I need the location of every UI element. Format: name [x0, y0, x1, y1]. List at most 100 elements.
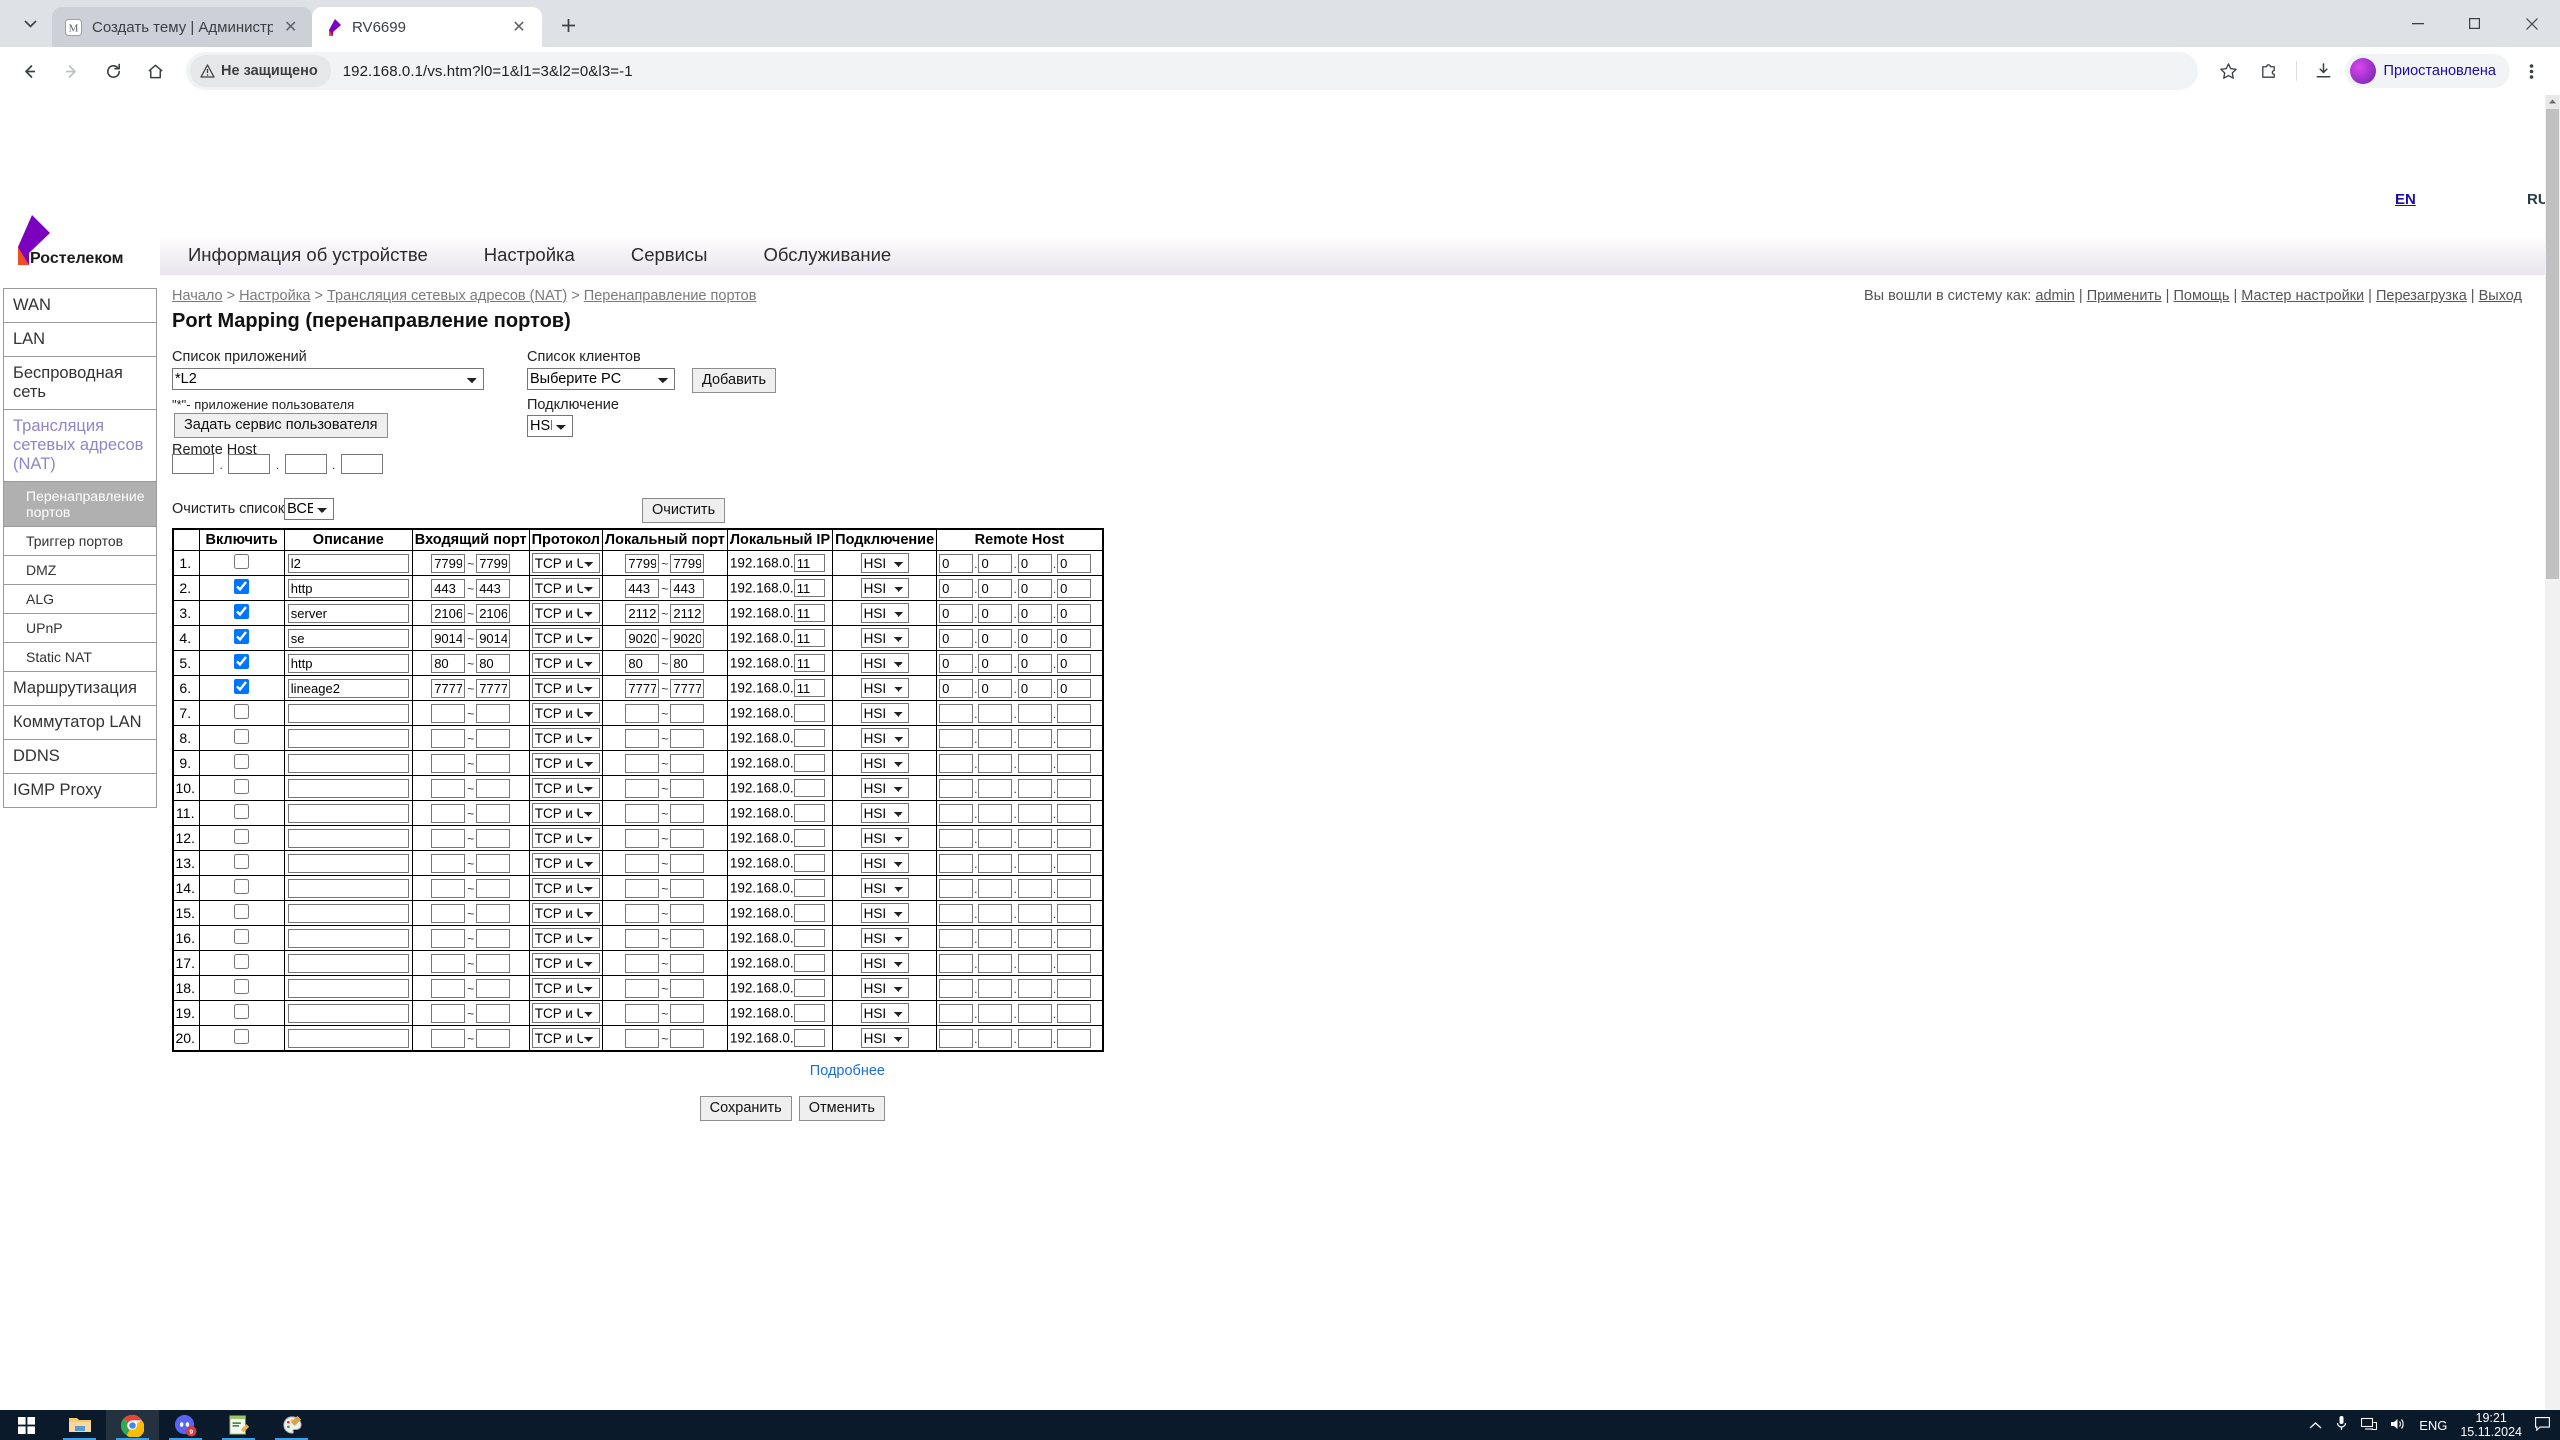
- remote-host-octet-4-input[interactable]: [1057, 978, 1092, 998]
- protocol-select[interactable]: TCP и UDP: [531, 553, 600, 573]
- local-ip-octet-input[interactable]: [793, 629, 825, 647]
- enable-checkbox[interactable]: [234, 829, 250, 844]
- protocol-select[interactable]: TCP и UDP: [531, 628, 600, 648]
- remote-host-octet-3-input[interactable]: [1017, 553, 1052, 573]
- connection-select[interactable]: HSI: [860, 828, 909, 848]
- incoming-port-to-input[interactable]: [476, 978, 511, 998]
- nav-item-device-info[interactable]: Информация об устройстве: [160, 244, 456, 266]
- reboot-link[interactable]: Перезагрузка: [2376, 288, 2467, 304]
- incoming-port-to-input[interactable]: [476, 628, 511, 648]
- incoming-port-from-input[interactable]: [431, 603, 466, 623]
- remote-host-octet-2-input[interactable]: [978, 728, 1013, 748]
- incoming-port-from-input[interactable]: [431, 828, 466, 848]
- incoming-port-from-input[interactable]: [431, 778, 466, 798]
- local-ip-octet-input[interactable]: [793, 679, 825, 697]
- enable-checkbox[interactable]: [234, 879, 250, 894]
- incoming-port-to-input[interactable]: [476, 803, 511, 823]
- enable-checkbox[interactable]: [234, 729, 250, 744]
- remote-host-octet-3-input[interactable]: [1017, 853, 1052, 873]
- incoming-port-from-input[interactable]: [431, 728, 466, 748]
- incoming-port-from-input[interactable]: [431, 878, 466, 898]
- protocol-select[interactable]: TCP и UDP: [531, 578, 600, 598]
- protocol-select[interactable]: TCP и UDP: [531, 928, 600, 948]
- protocol-select[interactable]: TCP и UDP: [531, 753, 600, 773]
- local-port-to-input[interactable]: [670, 828, 705, 848]
- connection-select[interactable]: HSI: [527, 415, 573, 437]
- local-ip-octet-input[interactable]: [793, 604, 825, 622]
- enable-checkbox[interactable]: [234, 854, 250, 869]
- remote-host-octet-4-input[interactable]: [1057, 953, 1092, 973]
- remote-host-octet-3-input[interactable]: [1017, 628, 1052, 648]
- local-port-to-input[interactable]: [670, 1028, 705, 1048]
- tab-search-icon[interactable]: [8, 4, 52, 44]
- enable-checkbox[interactable]: [234, 954, 250, 969]
- nav-item-maintenance[interactable]: Обслуживание: [735, 244, 919, 266]
- local-ip-octet-input[interactable]: [793, 979, 825, 997]
- connection-select[interactable]: HSI: [860, 653, 909, 673]
- remote-host-octet-1-input[interactable]: [939, 678, 974, 698]
- local-ip-octet-input[interactable]: [793, 829, 825, 847]
- browser-tab-1[interactable]: M Создать тему | Администратор ✕: [52, 7, 312, 47]
- protocol-select[interactable]: TCP и UDP: [531, 1003, 600, 1023]
- connection-select[interactable]: HSI: [860, 953, 909, 973]
- apply-link[interactable]: Применить: [2087, 288, 2162, 304]
- home-icon[interactable]: [136, 52, 174, 90]
- local-ip-octet-input[interactable]: [793, 879, 825, 897]
- description-input[interactable]: [287, 603, 409, 623]
- file-explorer-icon[interactable]: [53, 1410, 106, 1440]
- page-scrollbar[interactable]: [2545, 95, 2560, 1410]
- connection-select[interactable]: HSI: [860, 628, 909, 648]
- enable-checkbox[interactable]: [234, 929, 250, 944]
- incoming-port-to-input[interactable]: [476, 703, 511, 723]
- connection-select[interactable]: HSI: [860, 853, 909, 873]
- enable-checkbox[interactable]: [234, 1029, 250, 1044]
- local-ip-octet-input[interactable]: [793, 929, 825, 947]
- remote-host-octet-4-input[interactable]: [1057, 653, 1092, 673]
- address-bar[interactable]: Не защищено 192.168.0.1/vs.htm?l0=1&l1=3…: [186, 52, 2198, 90]
- remote-host-octet-3-input[interactable]: [1017, 828, 1052, 848]
- remote-host-octet-2-input[interactable]: [978, 553, 1013, 573]
- remote-host-octet-2-input[interactable]: [978, 878, 1013, 898]
- remote-host-octet-2-input[interactable]: [978, 578, 1013, 598]
- enable-checkbox[interactable]: [234, 679, 250, 694]
- connection-select[interactable]: HSI: [860, 928, 909, 948]
- connection-select[interactable]: HSI: [860, 553, 909, 573]
- description-input[interactable]: [287, 728, 409, 748]
- local-port-to-input[interactable]: [670, 1003, 705, 1023]
- forward-icon[interactable]: [52, 52, 90, 90]
- clock[interactable]: 19:21 15.11.2024: [2460, 1411, 2522, 1440]
- remote-host-octet-2-input[interactable]: [978, 778, 1013, 798]
- back-icon[interactable]: [10, 52, 48, 90]
- remote-host-octet-1-input[interactable]: [939, 1003, 974, 1023]
- minimize-button[interactable]: [2389, 0, 2446, 47]
- local-port-from-input[interactable]: [625, 678, 660, 698]
- help-link[interactable]: Помощь: [2173, 288, 2229, 304]
- local-ip-octet-input[interactable]: [793, 754, 825, 772]
- remote-host-octet-2-input[interactable]: [978, 1028, 1013, 1048]
- enable-checkbox[interactable]: [234, 579, 250, 594]
- local-ip-octet-input[interactable]: [793, 779, 825, 797]
- enable-checkbox[interactable]: [234, 654, 250, 669]
- remote-host-octet-1-input[interactable]: [939, 828, 974, 848]
- remote-host-octet-4-input[interactable]: [1057, 753, 1092, 773]
- remote-host-octet-2-input[interactable]: [978, 628, 1013, 648]
- remote-host-octet-4-input[interactable]: [1057, 928, 1092, 948]
- protocol-select[interactable]: TCP и UDP: [531, 1028, 600, 1048]
- protocol-select[interactable]: TCP и UDP: [531, 878, 600, 898]
- local-port-from-input[interactable]: [625, 878, 660, 898]
- sidebar-item-port-mapping[interactable]: Перенаправление портов: [3, 480, 157, 527]
- setup-wizard-link[interactable]: Мастер настройки: [2241, 288, 2364, 304]
- description-input[interactable]: [287, 703, 409, 723]
- remote-host-octet-4-input[interactable]: [1057, 1028, 1092, 1048]
- local-port-from-input[interactable]: [625, 903, 660, 923]
- description-input[interactable]: [287, 628, 409, 648]
- remote-host-octet-3-input[interactable]: [1017, 678, 1052, 698]
- incoming-port-from-input[interactable]: [431, 753, 466, 773]
- connection-select[interactable]: HSI: [860, 1003, 909, 1023]
- remote-host-octet-2-input[interactable]: [978, 753, 1013, 773]
- protocol-select[interactable]: TCP и UDP: [531, 678, 600, 698]
- chrome-icon[interactable]: [106, 1410, 159, 1440]
- incoming-port-to-input[interactable]: [476, 1028, 511, 1048]
- local-ip-octet-input[interactable]: [793, 854, 825, 872]
- description-input[interactable]: [287, 978, 409, 998]
